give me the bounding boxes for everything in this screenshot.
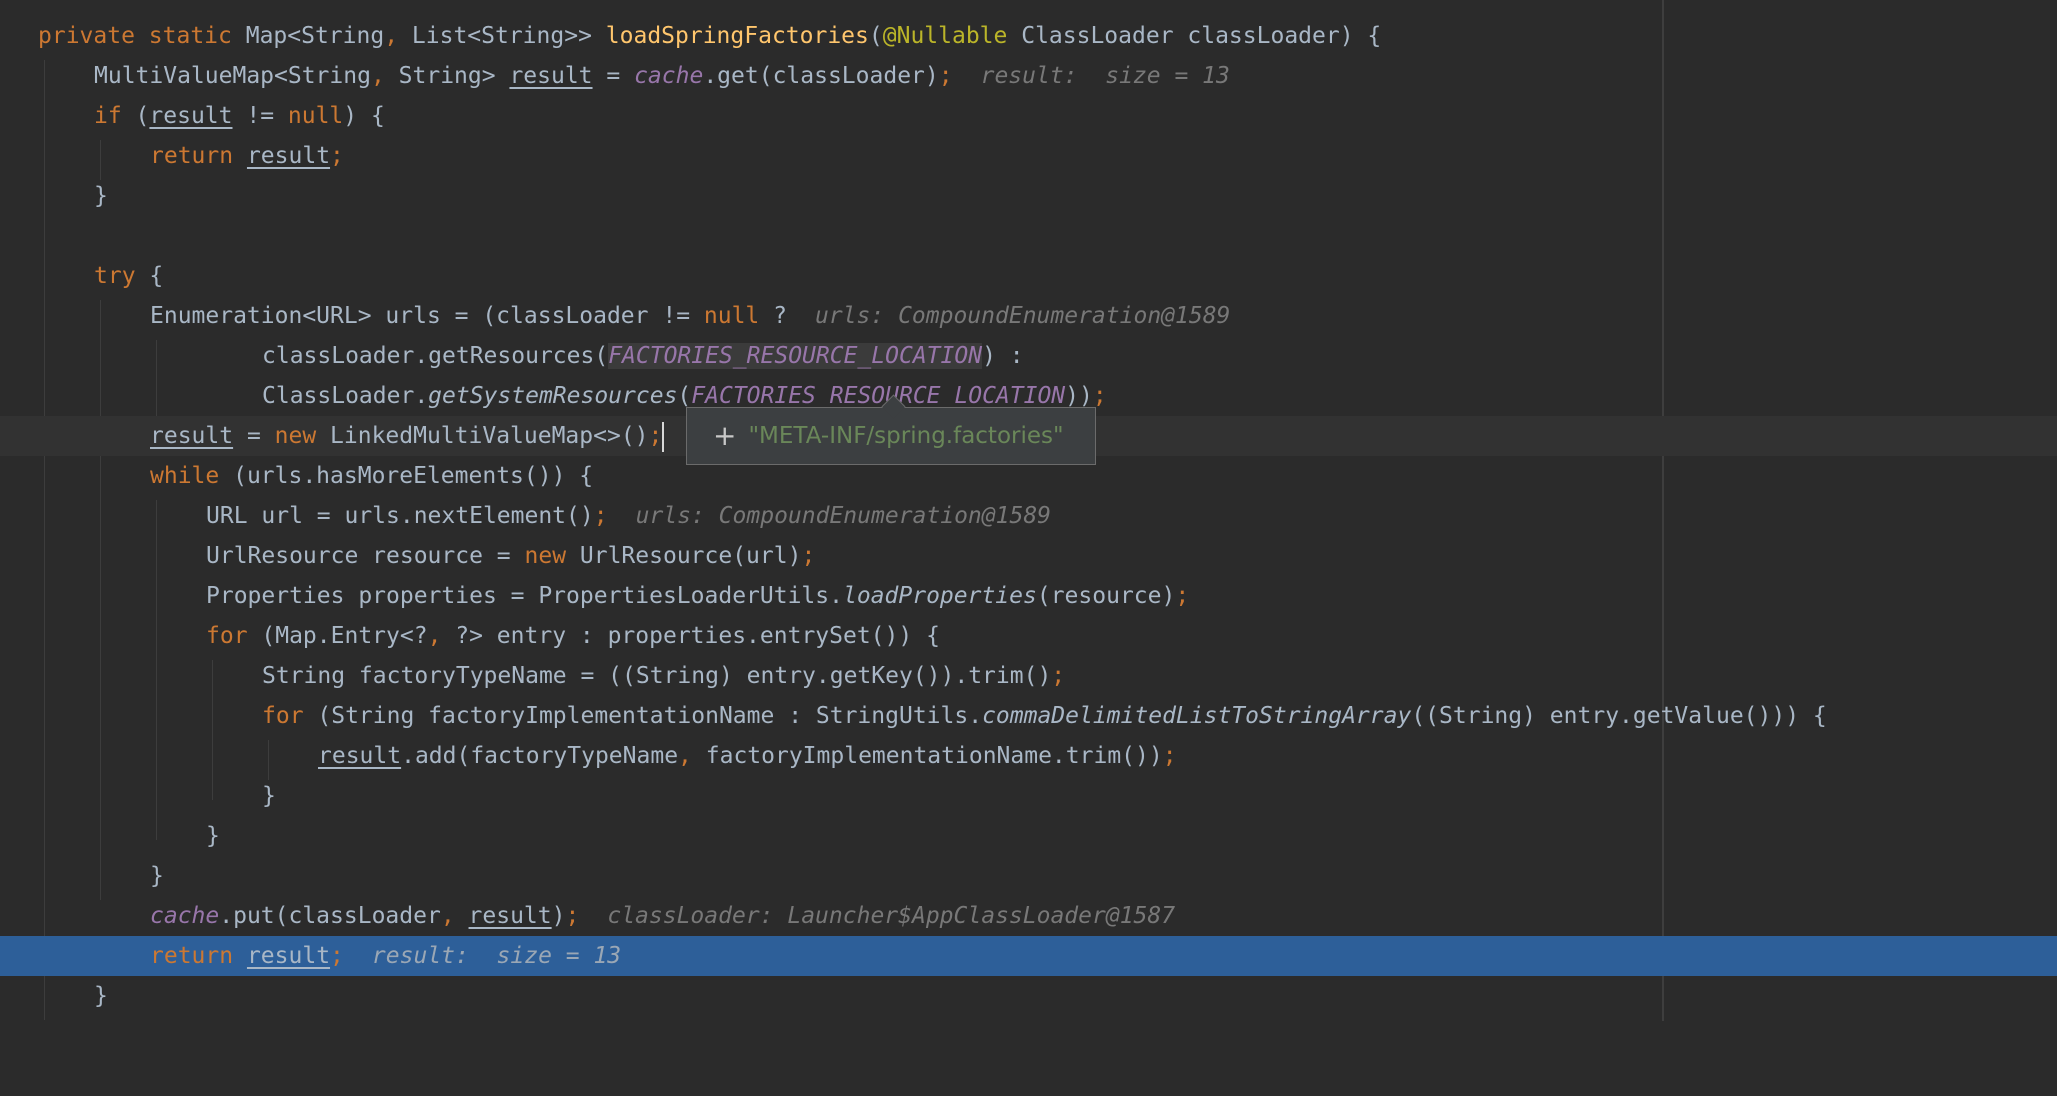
code-line-8[interactable]: Enumeration<URL> urls = (classLoader != … <box>0 296 2057 336</box>
expand-icon[interactable]: + <box>713 422 736 450</box>
code-text: result.add(factoryTypeName, factoryImple… <box>318 743 1177 769</box>
code-text: for (Map.Entry<?, ?> entry : properties.… <box>206 623 940 649</box>
tooltip-value: "META-INF/spring.factories" <box>748 423 1064 449</box>
code-line-9[interactable]: classLoader.getResources(FACTORIES_RESOU… <box>0 336 2057 376</box>
code-text: result = new LinkedMultiValueMap<>(); <box>150 416 665 456</box>
code-line-23[interactable]: cache.put(classLoader, result); classLoad… <box>0 896 2057 936</box>
code-text: return result; <box>150 143 344 169</box>
code-text: URL url = urls.nextElement(); urls: Compo… <box>206 503 1052 529</box>
code-text: } <box>262 783 276 809</box>
code-line-15[interactable]: Properties properties = PropertiesLoader… <box>0 576 2057 616</box>
code-line-14[interactable]: UrlResource resource = new UrlResource(u… <box>0 536 2057 576</box>
code-text: return result; result: size = 13 <box>150 943 622 969</box>
code-line-17[interactable]: String factoryTypeName = ((String) entry… <box>0 656 2057 696</box>
code-text: private static Map<String, List<String>>… <box>38 23 1382 49</box>
code-text: } <box>206 823 220 849</box>
code-line-20[interactable]: } <box>0 776 2057 816</box>
inline-debug-hint: urls: CompoundEnumeration@1589 <box>635 503 1052 529</box>
text-cursor <box>662 421 665 452</box>
code-line-13[interactable]: URL url = urls.nextElement(); urls: Compo… <box>0 496 2057 536</box>
inline-debug-hint: classLoader: Launcher$AppClassLoader@158… <box>607 903 1176 929</box>
code-text: if (result != null) { <box>94 103 385 129</box>
code-text: classLoader.getResources(FACTORIES_RESOU… <box>262 343 1024 369</box>
code-line-16[interactable]: for (Map.Entry<?, ?> entry : properties.… <box>0 616 2057 656</box>
code-text: for (String factoryImplementationName : … <box>262 703 1827 729</box>
code-text: MultiValueMap<String, String> result = c… <box>94 63 1230 89</box>
code-text: Enumeration<URL> urls = (classLoader != … <box>150 303 1231 329</box>
code-line-21[interactable]: } <box>0 816 2057 856</box>
code-line-24-execution-point[interactable]: return result; result: size = 13 <box>0 936 2057 976</box>
code-line-18[interactable]: for (String factoryImplementationName : … <box>0 696 2057 736</box>
code-line-22[interactable]: } <box>0 856 2057 896</box>
code-text: try { <box>94 263 164 289</box>
code-line-25[interactable]: } <box>0 976 2057 1016</box>
code-text: Properties properties = PropertiesLoader… <box>206 583 1190 609</box>
code-line-3[interactable]: if (result != null) { <box>0 96 2057 136</box>
code-text: } <box>150 863 164 889</box>
code-line-2[interactable]: MultiValueMap<String, String> result = c… <box>0 56 2057 96</box>
debug-value-tooltip[interactable]: + "META-INF/spring.factories" <box>686 394 1096 465</box>
code-text: cache.put(classLoader, result); classLoad… <box>150 903 1176 929</box>
code-line-7[interactable]: try { <box>0 256 2057 296</box>
inline-debug-hint: result: size = 13 <box>980 63 1230 89</box>
code-text: } <box>94 183 108 209</box>
code-text: String factoryTypeName = ((String) entry… <box>262 663 1066 689</box>
code-line-4[interactable]: return result; <box>0 136 2057 176</box>
code-line-19[interactable]: result.add(factoryTypeName, factoryImple… <box>0 736 2057 776</box>
code-line-1[interactable]: private static Map<String, List<String>>… <box>0 16 2057 56</box>
code-text: } <box>94 983 108 1009</box>
code-text: UrlResource resource = new UrlResource(u… <box>206 543 816 569</box>
code-editor[interactable]: private static Map<String, List<String>>… <box>0 0 2057 1021</box>
code-line-5[interactable]: } <box>0 176 2057 216</box>
inline-debug-hint: urls: CompoundEnumeration@1589 <box>814 303 1231 329</box>
code-text: while (urls.hasMoreElements()) { <box>150 463 594 489</box>
inline-debug-hint: result: size = 13 <box>371 943 622 969</box>
